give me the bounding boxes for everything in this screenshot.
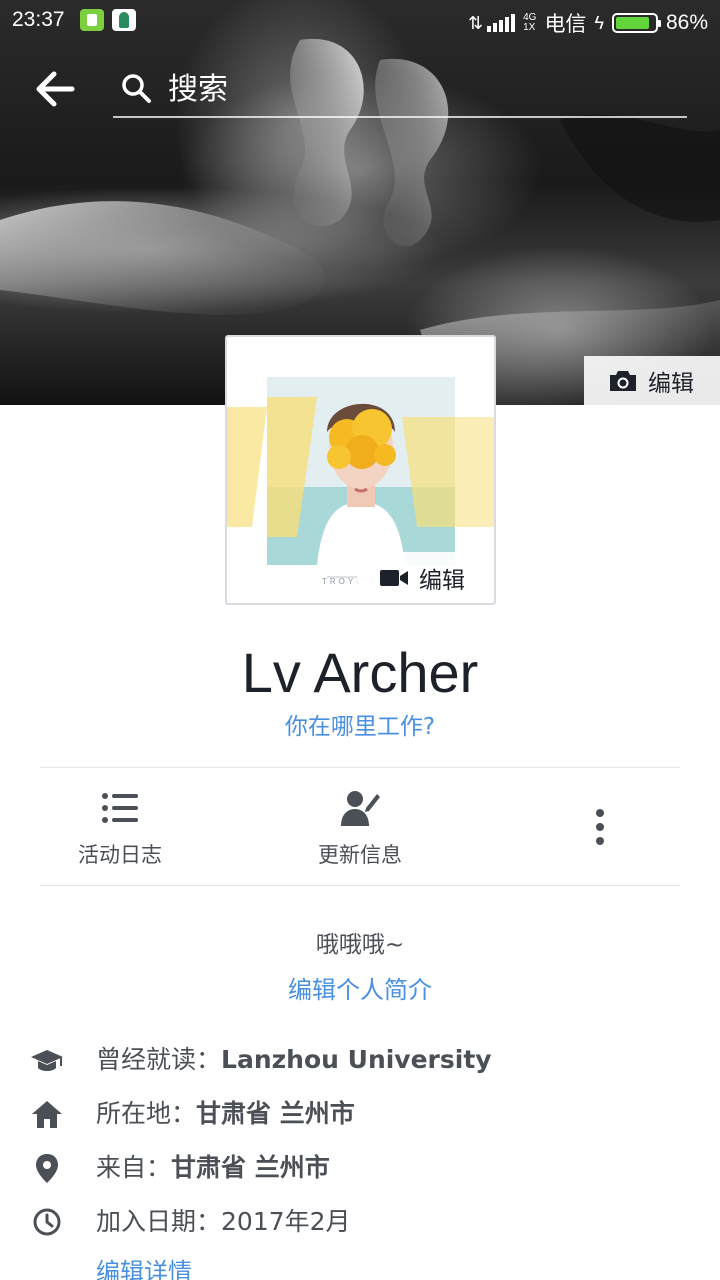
location-pin-icon <box>36 1154 58 1183</box>
lives-label: 所在地： <box>96 1099 197 1128</box>
update-info-button[interactable]: 更新信息 <box>270 780 450 880</box>
edit-details-link[interactable]: 编辑详情 <box>96 1254 192 1280</box>
clock-icon <box>33 1208 61 1236</box>
update-info-label: 更新信息 <box>318 843 402 867</box>
battery-percent: 86% <box>665 11 708 34</box>
info-row-lives: 所在地：甘肃省 兰州市 <box>30 1092 710 1136</box>
person-edit-icon <box>341 791 380 826</box>
activity-log-label: 活动日志 <box>78 843 162 867</box>
video-camera-icon <box>380 569 408 586</box>
info-row-education: 曾经就读：Lanzhou University <box>30 1038 710 1082</box>
home-icon <box>32 1101 62 1128</box>
network-type: 4G 1X <box>523 12 537 33</box>
charging-icon: ϟ <box>594 12 604 33</box>
battery-level <box>615 17 649 29</box>
edit-bio-link[interactable]: 编辑个人简介 <box>0 972 720 1008</box>
add-work-link[interactable]: 你在哪里工作? <box>0 710 720 744</box>
graduation-cap-icon <box>31 1050 63 1071</box>
search-underline <box>113 116 687 118</box>
status-bar: 23:37 ⇅ 4G 1X 电信 ϟ 86% <box>0 0 720 40</box>
back-arrow-icon[interactable] <box>32 66 78 112</box>
divider <box>40 767 680 768</box>
education-value[interactable]: Lanzhou University <box>221 1045 492 1074</box>
lives-value[interactable]: 甘肃省 兰州市 <box>196 1099 355 1128</box>
from-value[interactable]: 甘肃省 兰州市 <box>171 1153 330 1182</box>
education-label: 曾经就读： <box>96 1045 222 1074</box>
edit-profile-picture-label: 编辑 <box>419 567 465 594</box>
from-label: 来自： <box>96 1153 172 1182</box>
more-vertical-icon[interactable] <box>588 806 612 848</box>
edit-cover-button[interactable]: 编辑 <box>584 356 720 405</box>
app-notification-icon <box>112 9 136 31</box>
bio-text: 哦哦哦~ <box>315 932 405 958</box>
divider <box>40 885 680 886</box>
profile-picture[interactable]: TROYE SI 编辑 <box>225 335 496 605</box>
joined-label: 加入日期： <box>96 1207 222 1236</box>
status-time: 23:37 <box>12 8 65 31</box>
profile-name: Lv Archer <box>241 641 479 704</box>
joined-value: 2017年2月 <box>221 1207 351 1236</box>
info-row-joined: 加入日期：2017年2月 <box>30 1200 710 1244</box>
activity-log-button[interactable]: 活动日志 <box>30 780 210 880</box>
app-notification-icon <box>80 9 104 31</box>
battery-icon <box>611 13 661 33</box>
signal-icon <box>487 14 516 32</box>
info-row-from: 来自：甘肃省 兰州市 <box>30 1146 710 1190</box>
search-icon[interactable] <box>120 72 152 104</box>
carrier-name: 电信 <box>544 13 587 36</box>
edit-profile-picture-button[interactable]: 编辑 <box>357 552 494 603</box>
edit-cover-label: 编辑 <box>648 370 694 397</box>
camera-icon <box>610 370 636 391</box>
status-indicators: ⇅ 4G 1X 电信 ϟ 86% <box>468 8 708 38</box>
search-input[interactable]: 搜索 <box>168 68 668 112</box>
list-icon <box>102 793 138 823</box>
data-transfer-icon: ⇅ <box>468 12 483 33</box>
